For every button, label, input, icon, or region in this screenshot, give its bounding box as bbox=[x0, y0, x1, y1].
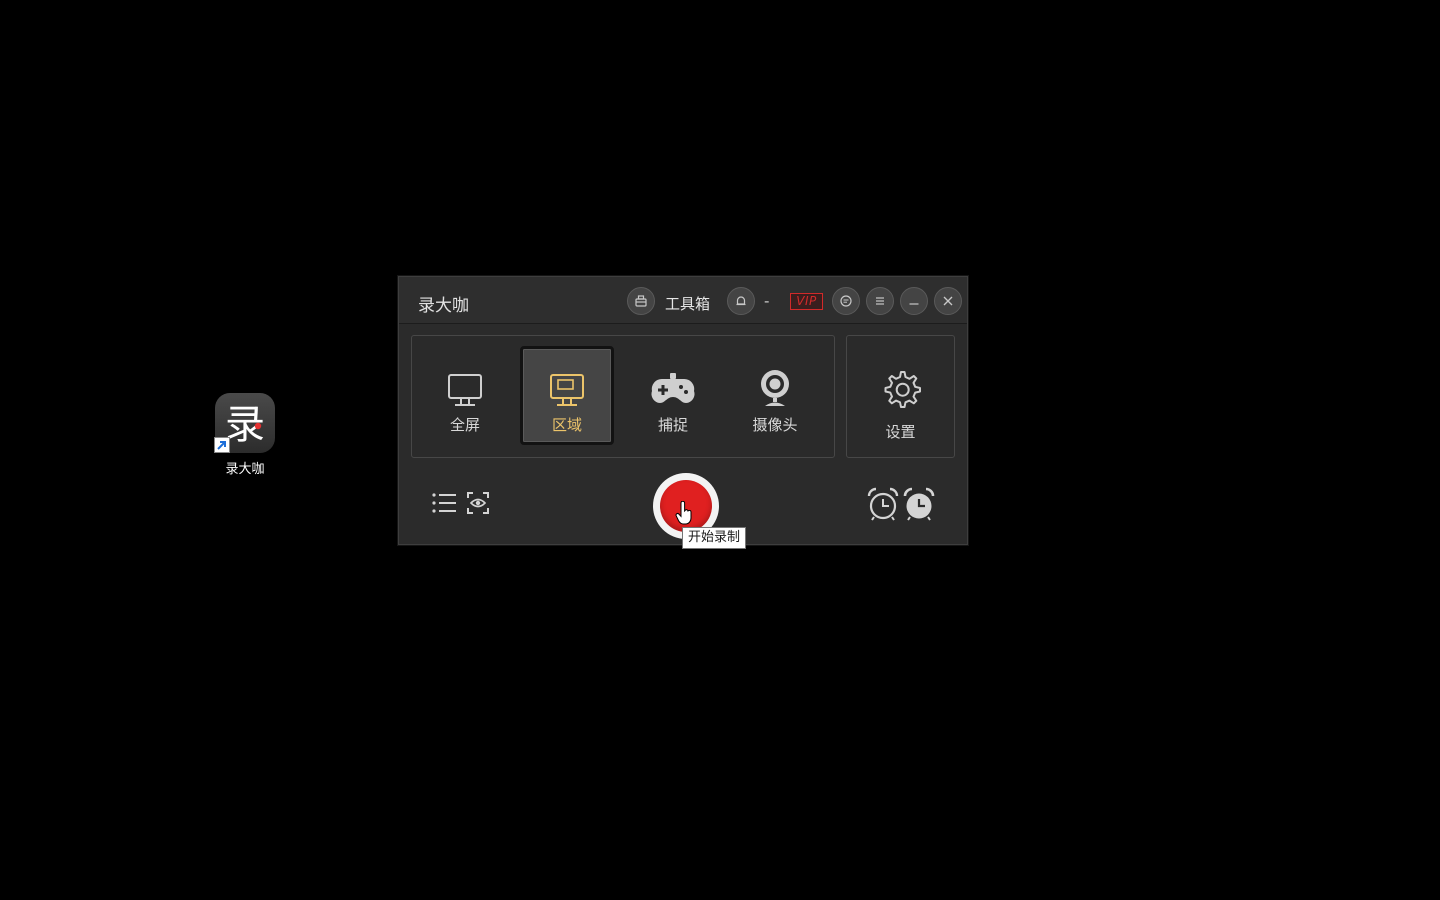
mode-fullscreen-button[interactable]: 全屏 bbox=[418, 346, 512, 445]
mode-fullscreen-label: 全屏 bbox=[449, 416, 480, 434]
toolbox-icon bbox=[635, 295, 647, 307]
mode-webcam-button[interactable]: 摄像头 bbox=[728, 346, 822, 445]
timer-alarm-icon[interactable] bbox=[867, 487, 899, 521]
titlebar[interactable]: 录大咖 工具箱 - VIP bbox=[399, 277, 967, 323]
title-divider bbox=[399, 323, 967, 324]
region-monitor-icon bbox=[550, 374, 584, 406]
desktop-shortcut-label: 录大咖 bbox=[225, 462, 265, 477]
gear-icon bbox=[884, 371, 921, 408]
close-icon bbox=[943, 296, 953, 306]
mode-panel: 全屏 区域 捕捉 摄像头 bbox=[411, 335, 835, 458]
webcam-icon bbox=[761, 370, 789, 406]
record-tooltip: 开始录制 bbox=[682, 527, 747, 549]
shortcut-arrow-icon bbox=[214, 437, 230, 453]
toolbox-label[interactable]: 工具箱 bbox=[665, 293, 710, 314]
desktop-shortcut[interactable]: 录 录大咖 bbox=[208, 393, 282, 477]
user-status: - bbox=[764, 292, 770, 310]
menu-icon bbox=[876, 297, 884, 305]
monitor-icon bbox=[448, 374, 482, 406]
minimize-button[interactable] bbox=[900, 287, 928, 315]
mode-region-button[interactable]: 区域 bbox=[520, 346, 614, 445]
menu-button[interactable] bbox=[866, 287, 894, 315]
toolbox-button[interactable] bbox=[627, 287, 655, 315]
mode-webcam-label: 摄像头 bbox=[752, 416, 798, 434]
message-button[interactable] bbox=[832, 287, 860, 315]
preview-eye-icon[interactable] bbox=[466, 491, 490, 515]
user-button[interactable] bbox=[727, 287, 755, 315]
gamepad-icon bbox=[651, 373, 695, 403]
settings-button[interactable]: 设置 bbox=[846, 335, 955, 458]
mode-capture-button[interactable]: 捕捉 bbox=[626, 346, 720, 445]
user-bell-icon bbox=[736, 296, 746, 306]
scheduled-alarm-icon[interactable] bbox=[903, 487, 935, 521]
minimize-icon bbox=[909, 303, 919, 305]
window-title: 录大咖 bbox=[418, 296, 469, 316]
list-icon[interactable] bbox=[431, 491, 457, 515]
mode-region-label: 区域 bbox=[551, 416, 582, 434]
message-icon bbox=[840, 295, 852, 307]
close-button[interactable] bbox=[934, 287, 962, 315]
mode-capture-label: 捕捉 bbox=[657, 416, 688, 434]
settings-label: 设置 bbox=[885, 423, 916, 441]
desktop: 录 录大咖 录大咖 工具箱 - VIP 全屏 区域 捕捉 摄像头 设置 开始录制 bbox=[0, 0, 1440, 900]
vip-badge[interactable]: VIP bbox=[790, 293, 823, 310]
hand-cursor-icon bbox=[675, 501, 692, 525]
